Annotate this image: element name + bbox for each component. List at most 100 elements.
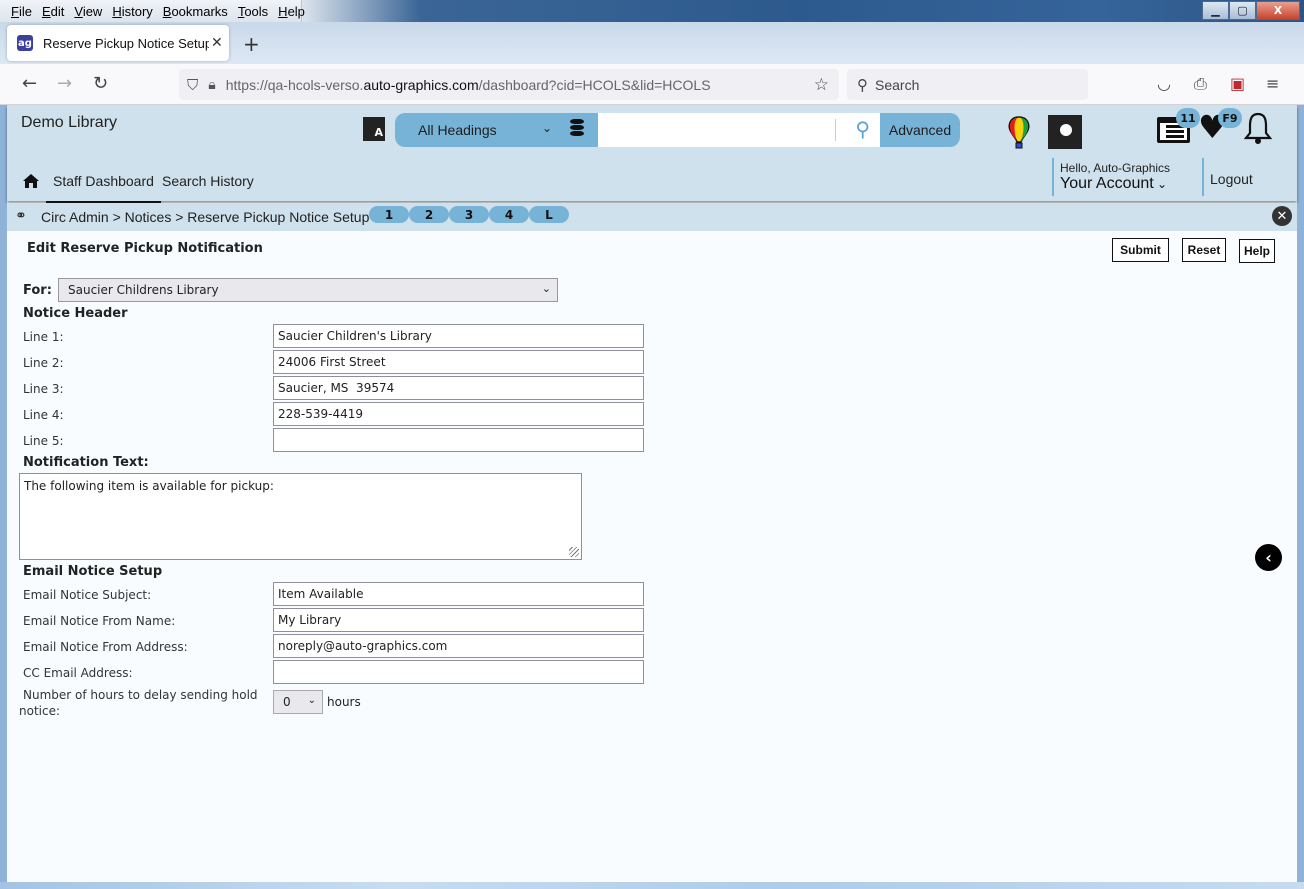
line-1-label: Line 1:	[23, 330, 64, 344]
browser-toolbar: ← → ↻ ⛉ 🔒︎ https://qa-hcols-verso.auto-g…	[0, 64, 1304, 105]
quick-tab-4[interactable]: 4	[489, 206, 529, 223]
quick-tabs: 1 2 3 4 L	[369, 206, 569, 223]
line-4-input[interactable]: 228-539-4419	[273, 402, 644, 426]
quick-tab-3[interactable]: 3	[449, 206, 489, 223]
menu-edit[interactable]: Edit	[37, 4, 69, 19]
page-content: Demo Library A All Headings ⌄ ⚲ Advanced…	[7, 105, 1297, 882]
database-icon[interactable]	[570, 119, 584, 137]
pocket-icon[interactable]: ◡	[1157, 74, 1171, 93]
url-bar[interactable]: ⛉ 🔒︎ https://qa-hcols-verso.auto-graphic…	[179, 69, 839, 100]
favorites-badge: F9	[1218, 108, 1242, 128]
new-tab-icon[interactable]: +	[243, 32, 260, 56]
line-2-input[interactable]: 24006 First Street	[273, 350, 644, 374]
chevron-down-icon: ⌄	[541, 282, 551, 295]
menu-view[interactable]: View	[69, 4, 107, 19]
map-search-icon[interactable]	[1048, 115, 1082, 149]
delay-hours-select[interactable]: 0 ⌄	[273, 690, 323, 714]
lock-icon[interactable]: 🔒︎	[208, 77, 215, 93]
minimize-button[interactable]: ▁	[1202, 1, 1229, 20]
nav-search-history[interactable]: Search History	[162, 173, 254, 189]
url-text: https://qa-hcols-verso.auto-graphics.com…	[225, 76, 711, 93]
extension-icon[interactable]: ▣	[1230, 74, 1245, 93]
line-1-input[interactable]: Saucier Children's Library	[273, 324, 644, 348]
window-titlebar: File Edit View History Bookmarks Tools H…	[0, 0, 1304, 22]
maximize-button[interactable]: ▢	[1229, 1, 1256, 20]
help-button[interactable]: Help	[1239, 239, 1275, 263]
email-notice-setup-title: Email Notice Setup	[23, 564, 163, 579]
delay-hours-label-line2: notice:	[19, 704, 61, 718]
resize-grip-icon[interactable]	[569, 547, 579, 557]
home-icon[interactable]	[23, 174, 39, 188]
notification-text-value: The following item is available for pick…	[24, 479, 274, 493]
submit-button[interactable]: Submit	[1112, 238, 1169, 262]
headings-select[interactable]: All Headings ⌄	[395, 113, 598, 147]
logout-link[interactable]: Logout	[1202, 158, 1253, 196]
reload-icon[interactable]: ↻	[93, 73, 108, 94]
line-4-label: Line 4:	[23, 408, 64, 422]
menu-history[interactable]: History	[107, 4, 157, 19]
chevron-left-icon[interactable]: ‹	[1255, 544, 1282, 571]
app-header: Demo Library A All Headings ⌄ ⚲ Advanced…	[7, 105, 1297, 204]
bell-icon[interactable]	[1243, 111, 1273, 145]
shield-icon[interactable]: ⛉	[187, 76, 198, 94]
advanced-search-button[interactable]: Advanced	[880, 113, 960, 147]
browser-search-field[interactable]: ⚲ Search	[847, 69, 1088, 100]
search-icon: ⚲	[857, 75, 868, 94]
line-5-label: Line 5:	[23, 434, 64, 448]
search-submit-icon[interactable]: ⚲	[855, 117, 870, 141]
back-icon[interactable]: ←	[22, 73, 37, 94]
library-name: Demo Library	[21, 114, 118, 131]
browser-tab[interactable]: ag Reserve Pickup Notice Setup | H ✕	[7, 25, 229, 61]
forward-icon[interactable]: →	[57, 73, 72, 94]
tab-title: Reserve Pickup Notice Setup | H	[43, 35, 209, 51]
line-5-input[interactable]	[273, 428, 644, 452]
your-account-label[interactable]: Your Account	[1060, 175, 1154, 192]
greeting-text: Hello, Auto-Graphics	[1060, 161, 1171, 175]
delay-hours-value: 0	[283, 695, 291, 709]
quick-tab-1[interactable]: 1	[369, 206, 409, 223]
menu-hamburger-icon[interactable]: ≡	[1266, 74, 1279, 93]
breadcrumb-bar: ⚭ Circ Admin > Notices > Reserve Pickup …	[7, 203, 1297, 231]
email-from-address-input[interactable]: noreply@auto-graphics.com	[273, 634, 644, 658]
menu-file[interactable]: File	[6, 4, 37, 19]
list-count-badge: 11	[1176, 108, 1200, 128]
tab-close-icon[interactable]: ✕	[211, 35, 223, 51]
menu-help[interactable]: Help	[273, 4, 310, 19]
quick-tab-l[interactable]: L	[529, 206, 569, 223]
notice-header-title: Notice Header	[23, 306, 128, 321]
search-group: All Headings ⌄ ⚲ Advanced	[395, 113, 960, 147]
search-placeholder: Search	[875, 76, 920, 93]
nav-staff-dashboard[interactable]: Staff Dashboard	[46, 173, 161, 204]
menu-bookmarks[interactable]: Bookmarks	[158, 4, 233, 19]
line-3-label: Line 3:	[23, 382, 64, 396]
close-panel-icon[interactable]: ✕	[1272, 206, 1292, 226]
print-icon[interactable]: ⎙	[1194, 74, 1207, 94]
site-favicon-icon: ag	[17, 35, 33, 51]
hot-air-balloon-icon[interactable]	[1007, 116, 1031, 150]
chevron-down-icon: ⌄	[542, 121, 553, 135]
menu-tools[interactable]: Tools	[233, 4, 273, 19]
cc-email-input[interactable]	[273, 660, 644, 684]
account-menu[interactable]: Hello, Auto-Graphics Your Account ⌄	[1052, 158, 1170, 196]
translate-icon[interactable]: A	[363, 117, 385, 141]
for-library-select[interactable]: Saucier Childrens Library ⌄	[58, 278, 558, 302]
email-from-name-label: Email Notice From Name:	[23, 614, 176, 628]
chevron-down-icon: ⌄	[307, 695, 316, 706]
window-close-button[interactable]: X	[1256, 1, 1300, 20]
bookmark-star-icon[interactable]: ☆	[814, 75, 829, 95]
for-label: For:	[23, 283, 52, 298]
breadcrumb: Circ Admin > Notices > Reserve Pickup No…	[41, 209, 370, 225]
catalog-search-input[interactable]: ⚲	[598, 113, 880, 147]
delay-hours-label-line1: Number of hours to delay sending hold	[23, 688, 258, 702]
line-3-input[interactable]: Saucier, MS 39574	[273, 376, 644, 400]
notification-textarea[interactable]: The following item is available for pick…	[19, 473, 582, 560]
cc-email-label: CC Email Address:	[23, 666, 133, 680]
reset-button[interactable]: Reset	[1182, 238, 1226, 262]
quick-tab-2[interactable]: 2	[409, 206, 449, 223]
chevron-down-icon: ⌄	[1153, 177, 1168, 191]
notification-text-title: Notification Text:	[23, 455, 149, 470]
email-subject-label: Email Notice Subject:	[23, 588, 152, 602]
email-subject-input[interactable]: Item Available	[273, 582, 644, 606]
email-from-name-input[interactable]: My Library	[273, 608, 644, 632]
for-library-value: Saucier Childrens Library	[68, 283, 219, 297]
